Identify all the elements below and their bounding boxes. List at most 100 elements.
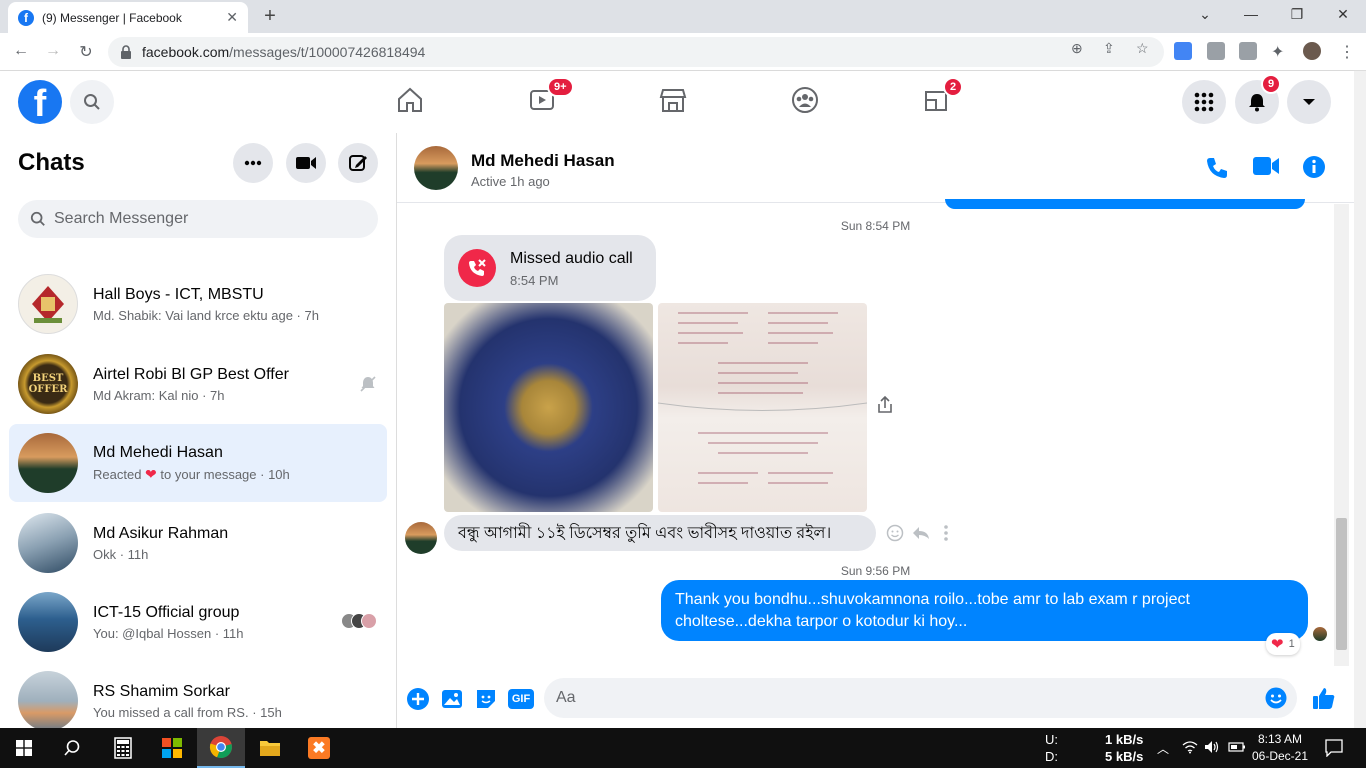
thumbs-up-icon — [1313, 688, 1335, 709]
browser-tab[interactable]: f (9) Messenger | Facebook ✕ — [8, 2, 248, 33]
groups-nav[interactable] — [790, 85, 824, 119]
lock-icon[interactable] — [120, 45, 132, 59]
phone-icon — [1207, 158, 1227, 178]
send-like-button[interactable] — [1311, 685, 1335, 709]
best-offer-badge-text: BEST OFFER — [28, 373, 68, 395]
emoji-button[interactable] — [1265, 687, 1287, 709]
missed-call-bubble[interactable]: Missed audio call 8:54 PM — [444, 235, 656, 301]
microsoft-app[interactable] — [148, 728, 196, 768]
volume-icon[interactable] — [1204, 740, 1220, 754]
reload-button[interactable]: ↻ — [75, 42, 97, 62]
facebook-logo[interactable]: f — [18, 80, 62, 124]
url-text: facebook.com/messages/t/100007426818494 — [142, 44, 426, 60]
video-call-button[interactable] — [1252, 155, 1279, 181]
zoom-icon[interactable]: ⊕ — [1071, 40, 1083, 57]
share-icon[interactable]: ⇪ — [1103, 40, 1115, 57]
search-messenger-input[interactable] — [54, 210, 354, 228]
contact-name[interactable]: Md Mehedi Hasan — [471, 151, 615, 171]
gif-button[interactable]: GIF — [508, 687, 534, 711]
menu-dots-icon[interactable]: ⋮ — [1336, 42, 1358, 62]
invitation-card-photo[interactable] — [444, 303, 653, 512]
invitation-inner-photo[interactable] — [658, 303, 867, 512]
calculator-app[interactable] — [99, 728, 147, 768]
message-bubble[interactable]: বন্ধু আগামী ১১ই ডিসেম্বর তুমি এবং ভাবীসহ… — [444, 515, 876, 551]
search-icon — [30, 211, 45, 226]
notification-center-icon[interactable] — [1325, 739, 1343, 757]
address-bar-row: ← → ↻ facebook.com/messages/t/1000074268… — [0, 33, 1366, 71]
reply-icon[interactable] — [911, 524, 931, 542]
battery-icon[interactable] — [1228, 741, 1246, 753]
profile-avatar[interactable] — [1303, 42, 1321, 60]
chat-item[interactable]: BEST OFFER Airtel Robi Bl GP Best Offer M… — [9, 345, 387, 423]
menu-button[interactable] — [1182, 80, 1226, 124]
chat-item[interactable]: ICT-15 Official group You: @Iqbal Hossen … — [9, 583, 387, 661]
system-clock[interactable]: 8:13 AM 06-Dec-21 — [1250, 731, 1310, 765]
search-messenger-field[interactable] — [18, 200, 378, 238]
chrome-app[interactable] — [197, 728, 245, 768]
react-smiley-icon[interactable] — [886, 524, 904, 542]
chat-item[interactable]: Md Asikur Rahman Okk · 11h — [9, 504, 387, 582]
marketplace-store-icon — [659, 89, 687, 112]
wifi-icon[interactable] — [1182, 740, 1198, 754]
conversation-scroll-thumb[interactable] — [1336, 518, 1347, 650]
tab-search-icon[interactable]: ⌄ — [1190, 6, 1220, 23]
account-menu-button[interactable] — [1287, 80, 1331, 124]
page-scrollbar[interactable] — [1354, 71, 1366, 728]
attach-photo-button[interactable] — [440, 687, 464, 711]
start-button[interactable] — [0, 728, 48, 768]
more-actions-button[interactable] — [406, 687, 430, 711]
taskbar-search-button[interactable] — [48, 728, 96, 768]
close-tab-icon[interactable]: ✕ — [226, 9, 238, 26]
forward-button[interactable]: → — [42, 42, 64, 60]
extension-icon[interactable] — [1207, 42, 1225, 60]
contact-avatar[interactable] — [414, 146, 458, 190]
message-input[interactable] — [556, 689, 1246, 707]
conversation-info-button[interactable] — [1302, 155, 1328, 181]
notifications-button[interactable]: 9 — [1235, 74, 1282, 124]
home-nav[interactable] — [395, 85, 429, 119]
gaming-badge: 2 — [943, 77, 964, 97]
message-composer: GIF — [397, 673, 1354, 728]
minimize-button[interactable]: — — [1236, 6, 1266, 22]
new-message-button[interactable] — [338, 143, 378, 183]
previous-message-bubble — [945, 199, 1305, 209]
watch-nav[interactable]: 9+ — [527, 77, 574, 119]
new-room-button[interactable] — [286, 143, 326, 183]
close-window-button[interactable]: ✕ — [1328, 6, 1358, 23]
bell-icon — [1249, 94, 1265, 112]
back-button[interactable]: ← — [10, 42, 32, 60]
my-message-bubble[interactable]: Thank you bondhu...shuvokamnona roilo...… — [661, 580, 1308, 641]
more-vertical-icon[interactable] — [943, 525, 949, 541]
video-camera-icon — [1253, 157, 1279, 175]
file-explorer-app[interactable] — [246, 728, 294, 768]
search-button[interactable] — [70, 80, 114, 124]
extension-icon-2[interactable] — [1239, 42, 1257, 60]
new-tab-button[interactable]: + — [258, 5, 282, 28]
bookmark-star-icon[interactable]: ☆ — [1136, 40, 1149, 57]
chats-title: Chats — [18, 149, 85, 176]
sticker-button[interactable] — [474, 687, 498, 711]
reaction-badge[interactable]: ❤ 1 — [1266, 633, 1300, 655]
caret-down-icon — [1303, 99, 1315, 105]
audio-call-button[interactable] — [1204, 155, 1230, 181]
xampp-app[interactable]: ✖ — [295, 728, 343, 768]
share-icon[interactable] — [875, 395, 895, 415]
puzzle-extensions-icon[interactable]: ✦ — [1271, 42, 1289, 61]
calculator-icon — [114, 737, 132, 759]
avatar — [18, 671, 78, 731]
maximize-button[interactable]: ❐ — [1282, 6, 1312, 23]
message-input-field[interactable] — [544, 678, 1297, 718]
plus-circle-icon — [407, 688, 429, 710]
chat-item-active[interactable]: Md Mehedi Hasan Reacted ❤ to your messag… — [9, 424, 387, 502]
translate-extension-icon[interactable] — [1174, 42, 1192, 60]
chat-item[interactable]: Hall Boys - ICT, MBSTU Md. Shabik: Vai la… — [9, 265, 387, 343]
gaming-nav[interactable]: 2 — [921, 77, 964, 119]
marketplace-nav[interactable] — [658, 85, 692, 119]
chat-name: RS Shamim Sorkar — [93, 682, 230, 700]
options-button[interactable] — [233, 143, 273, 183]
missed-call-icon — [458, 249, 496, 287]
url-input[interactable]: facebook.com/messages/t/100007426818494 — [108, 37, 1164, 67]
chevron-up-icon[interactable]: ︿ — [1157, 740, 1169, 757]
missed-call-title: Missed audio call — [510, 250, 633, 267]
more-dots-icon — [244, 160, 262, 166]
